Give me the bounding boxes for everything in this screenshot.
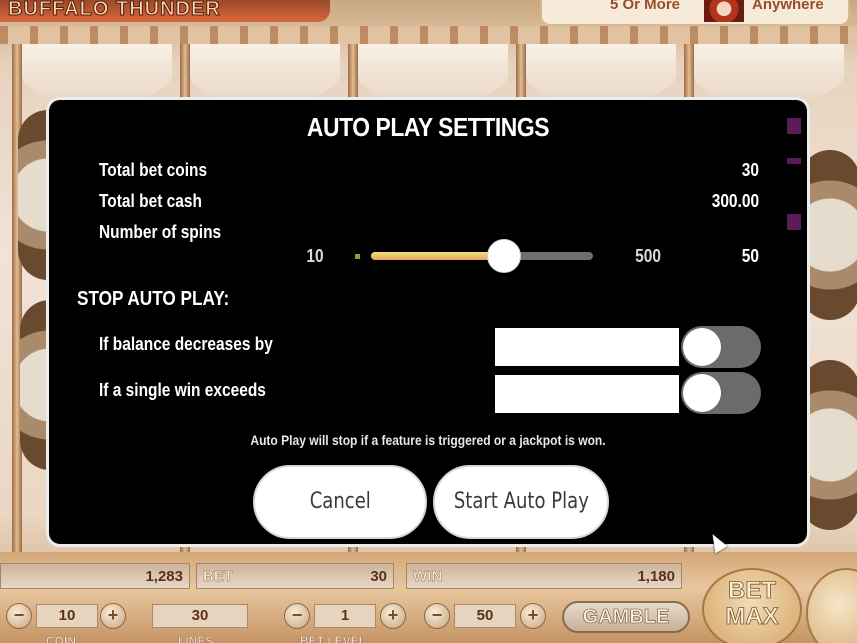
- tent-ceiling: [0, 26, 857, 44]
- coin-value-2: 50: [454, 604, 516, 628]
- start-auto-play-button[interactable]: Start Auto Play: [433, 465, 609, 539]
- spins-slider[interactable]: [371, 239, 593, 273]
- bet-max-label-1: BET: [728, 577, 777, 604]
- total-bet-cash-label: Total bet cash: [99, 191, 202, 211]
- toggle-knob: [683, 374, 721, 412]
- bet-max-button[interactable]: BET MAX: [702, 568, 802, 643]
- curtain-2: [190, 44, 340, 104]
- bet-max-label-2: MAX: [725, 603, 779, 630]
- win-value: 1,180: [637, 568, 675, 585]
- bet-label: BET: [203, 568, 233, 585]
- cancel-button-label: Cancel: [309, 489, 371, 514]
- coin-value-minus-button[interactable]: −: [424, 603, 450, 629]
- game-logo-text: BUFFALO THUNDER: [8, 0, 221, 20]
- bet-level-caption: BET LEVEL: [300, 634, 367, 643]
- spins-label: Number of spins: [99, 222, 222, 242]
- auto-play-note: Auto Play will stop if a feature is trig…: [250, 432, 606, 448]
- spins-slider-fill: [371, 252, 505, 260]
- lines-value: 30: [152, 604, 248, 628]
- info-right-text: Anywhere: [752, 0, 824, 13]
- bet-value: 30: [370, 568, 387, 585]
- coin-value: 10: [36, 604, 98, 628]
- curtain-3: [358, 44, 508, 104]
- coin-caption: COIN: [46, 634, 76, 643]
- coin-minus-button[interactable]: −: [6, 603, 32, 629]
- side-marker: [787, 214, 801, 230]
- side-marker: [787, 158, 801, 164]
- balance-decrease-input[interactable]: [495, 328, 679, 366]
- curtain-5: [694, 44, 844, 104]
- single-win-toggle[interactable]: [681, 372, 761, 414]
- coin-value-plus-button[interactable]: +: [520, 603, 546, 629]
- spins-max-label: 500: [635, 246, 661, 266]
- tent-pole-1: [12, 44, 22, 564]
- info-left-text: 5 Or More: [610, 0, 681, 13]
- spins-slider-thumb[interactable]: [487, 239, 522, 273]
- balance-value: 1,283: [145, 568, 183, 585]
- win-label: WIN: [413, 568, 443, 585]
- lines-caption: LINES: [178, 634, 214, 643]
- balance-panel: 1,283: [0, 563, 190, 589]
- cancel-button[interactable]: Cancel: [253, 465, 427, 539]
- toggle-knob: [683, 328, 721, 366]
- bet-level-minus-button[interactable]: −: [284, 603, 310, 629]
- start-auto-play-label: Start Auto Play: [453, 489, 589, 514]
- coin-plus-button[interactable]: +: [100, 603, 126, 629]
- total-bet-coins-label: Total bet coins: [99, 160, 208, 180]
- total-bet-cash-value: 300.00: [711, 191, 759, 211]
- balance-decrease-label: If balance decreases by: [99, 334, 273, 354]
- spins-min-label: 10: [306, 246, 324, 266]
- single-win-input[interactable]: [495, 375, 679, 413]
- win-panel: WIN 1,180: [406, 563, 682, 589]
- side-marker: [787, 118, 801, 134]
- bet-level-plus-button[interactable]: +: [380, 603, 406, 629]
- slider-marker: [355, 254, 360, 259]
- balance-decrease-toggle[interactable]: [681, 326, 761, 368]
- chief-symbol-icon: [704, 0, 744, 22]
- curtain-1: [22, 44, 172, 104]
- bet-level-value: 1: [314, 604, 376, 628]
- bet-panel: BET 30: [196, 563, 394, 589]
- paytable-info: 5 Or More Anywhere: [540, 0, 850, 26]
- single-win-label: If a single win exceeds: [99, 380, 266, 400]
- gamble-button[interactable]: GAMBLE: [562, 601, 690, 633]
- stop-auto-play-title: STOP AUTO PLAY:: [77, 288, 230, 310]
- game-logo: BUFFALO THUNDER: [0, 0, 330, 22]
- curtain-4: [526, 44, 676, 104]
- auto-play-dialog: AUTO PLAY SETTINGS Total bet coins 30 To…: [46, 97, 810, 547]
- dialog-title: AUTO PLAY SETTINGS: [306, 112, 550, 142]
- total-bet-coins-value: 30: [741, 160, 759, 180]
- spins-value: 50: [741, 246, 759, 266]
